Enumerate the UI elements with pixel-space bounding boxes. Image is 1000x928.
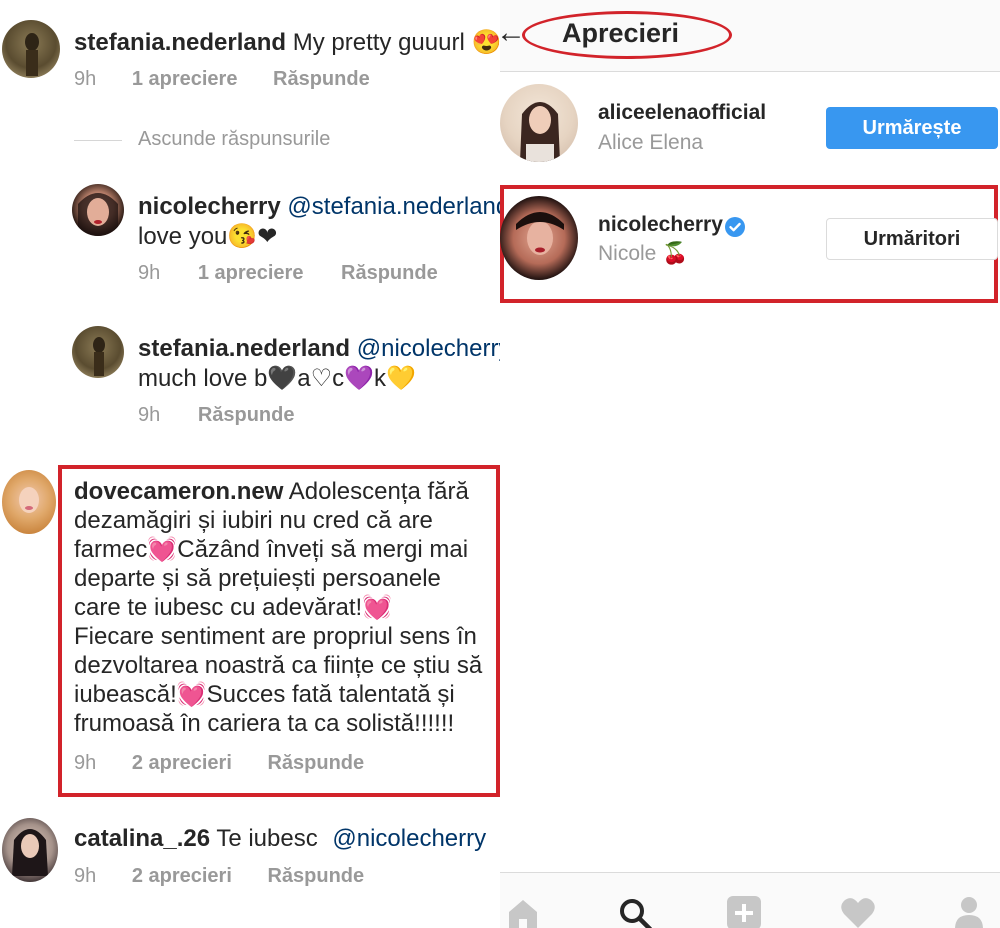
comment-meta: 9h 1 apreciere Răspunde [74,68,370,91]
follow-button[interactable]: Urmărește [826,107,998,149]
comment-meta: 9h 1 apreciere Răspunde [138,262,438,285]
comment-body-line: care te iubesc cu adevărat!💓 [74,594,393,621]
highlight-oval [522,11,732,59]
comment-body-line: dezamăgiri și iubiri nu cred că are [74,507,433,534]
reply-text: stefania.nederland @nicolecherry [138,334,500,363]
comment-likes[interactable]: 1 apreciere [198,262,304,284]
search-icon[interactable] [618,897,652,928]
avatar[interactable] [500,196,578,280]
comment-body-line: Fiecare sentiment are propriul sens în [74,623,477,650]
reply-button[interactable]: Răspunde [267,865,364,887]
comment-meta: 9h Răspunde [138,404,295,427]
avatar-face-icon [12,829,48,876]
comment-body-line: iubească!💓Succes fată talentată și [74,681,455,708]
comment-body: Te iubesc [216,825,325,852]
comment-body-line: frumoasă în cariera ta ca solistă!!!!!! [74,710,455,737]
liker-fullname: Alice Elena [598,131,704,154]
following-button[interactable]: Urmăritori [826,218,998,260]
avatar-face-icon [520,102,560,162]
mention-link[interactable]: @nicolecherry [357,335,500,362]
comment-meta: 9h 2 aprecieri Răspunde [74,865,364,888]
home-icon[interactable] [506,895,540,928]
avatar[interactable] [500,84,578,162]
comment-username[interactable]: dovecameron.new [74,478,283,505]
comment-time: 9h [138,404,161,426]
comment-time: 9h [74,865,97,887]
reply-button[interactable]: Răspunde [273,68,370,90]
add-post-icon[interactable] [726,895,762,928]
profile-icon[interactable] [952,895,986,928]
reply-button[interactable]: Răspunde [198,404,295,426]
comment-username[interactable]: stefania.nederland [74,29,286,56]
comment-time: 9h [138,262,161,284]
comment-text: dovecameron.new Adolescența fără [74,477,469,506]
heart-icon[interactable] [840,895,876,928]
bottom-nav [500,872,1000,928]
likes-panel: ← Aprecieri aliceelenaofficial Alice Ele… [500,0,1000,928]
mention-link[interactable]: @nicolecherry [332,825,486,852]
comment-body: love you😘❤ [138,223,278,250]
comment-body-line: farmec💓Căzând înveți să mergi mai [74,536,469,563]
avatar-face-icon [19,487,39,513]
liker-username[interactable]: nicolecherry [598,213,723,237]
comment-username[interactable]: nicolecherry [138,193,281,220]
comments-panel: stefania.nederland My pretty guuurl 😍 9h… [0,0,500,928]
avatar[interactable] [72,184,124,236]
avatar[interactable] [72,326,124,378]
liker-username[interactable]: aliceelenaofficial [598,101,766,125]
comment-meta: 9h 2 aprecieri Răspunde [74,752,364,775]
divider [74,140,122,141]
reply-text: nicolecherry @stefania.nederland [138,192,500,221]
comment-text: catalina_.26 Te iubesc @nicolecherry [74,824,486,853]
avatar[interactable] [2,20,60,78]
comment-body-line: departe și să prețuiești persoanele [74,565,441,592]
mention-link[interactable]: @stefania.nederland [287,193,500,220]
avatar-face-icon [516,212,564,255]
comment-body-line: dezvoltarea noastră ca ființe ce știu să [74,652,483,679]
avatar-face-icon [78,193,118,236]
comment-likes[interactable]: 2 aprecieri [132,865,232,887]
comment-time: 9h [74,752,97,774]
comment-body-line: Adolescența fără [288,478,469,505]
reply-button[interactable]: Răspunde [341,262,438,284]
comment-likes[interactable]: 2 aprecieri [132,752,232,774]
comment-likes[interactable]: 1 apreciere [132,68,238,90]
reply-button[interactable]: Răspunde [267,752,364,774]
comment-time: 9h [74,68,97,90]
avatar-figure-icon [93,337,105,376]
verified-badge-icon [725,217,745,237]
hide-replies-link[interactable]: Ascunde răspunsurile [138,128,330,151]
comment-username[interactable]: catalina_.26 [74,825,210,852]
liker-fullname: Nicole 🍒 [598,242,689,265]
comment-username[interactable]: stefania.nederland [138,335,350,362]
avatar[interactable] [2,818,58,882]
likes-header: ← Aprecieri [500,0,1000,72]
comment-body: My pretty guuurl 😍 [292,29,500,56]
comment-body: much love b🖤a♡c💜k💛 [138,365,416,392]
comment-text: stefania.nederland My pretty guuurl 😍 [74,28,500,57]
avatar-figure-icon [25,33,39,76]
avatar[interactable] [2,470,56,534]
